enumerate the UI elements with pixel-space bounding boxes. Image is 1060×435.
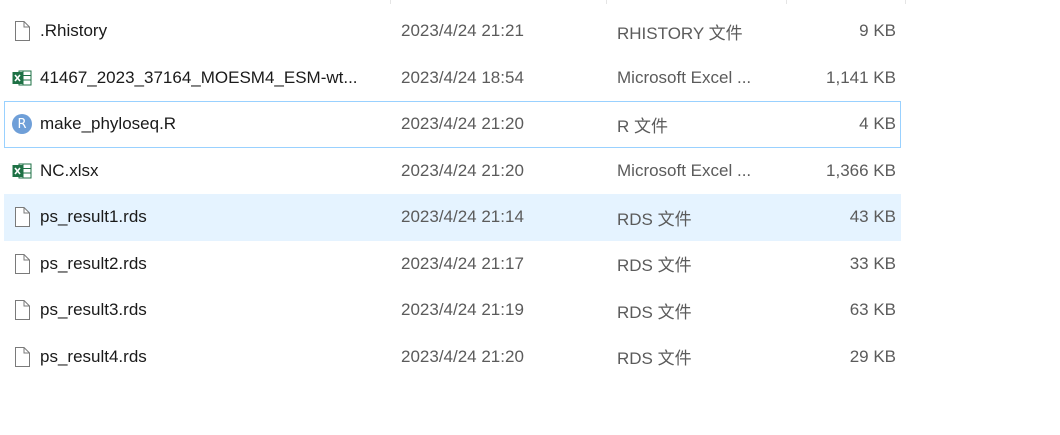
- file-list: .Rhistory 2023/4/24 21:21 RHISTORY 文件 9 …: [0, 0, 1060, 381]
- column-divider: [786, 0, 787, 4]
- file-name: ps_result2.rds: [40, 253, 147, 273]
- date-modified: 2023/4/24 18:54: [401, 67, 524, 87]
- file-name: ps_result1.rds: [40, 207, 147, 227]
- file-size: 29 KB: [849, 346, 896, 366]
- file-name: 41467_2023_37164_MOESM4_ESM-wt...: [40, 67, 358, 87]
- excel-file-icon: [11, 160, 33, 182]
- file-name-cell: R make_phyloseq.R: [11, 102, 391, 147]
- file-name-cell: ps_result4.rds: [11, 335, 391, 380]
- file-type: RDS 文件: [617, 302, 692, 322]
- blank-file-icon: [11, 299, 33, 321]
- r-script-icon: R: [11, 113, 33, 135]
- file-row[interactable]: R make_phyloseq.R 2023/4/24 21:20 R 文件 4…: [4, 101, 901, 148]
- file-size: 9 KB: [859, 21, 896, 41]
- blank-file-icon: [11, 20, 33, 42]
- file-size: 1,366 KB: [826, 160, 896, 180]
- file-type: RDS 文件: [617, 256, 692, 276]
- date-modified: 2023/4/24 21:21: [401, 21, 524, 41]
- file-type: RDS 文件: [617, 349, 692, 369]
- date-modified: 2023/4/24 21:17: [401, 253, 524, 273]
- date-modified: 2023/4/24 21:20: [401, 114, 524, 134]
- column-divider: [390, 0, 391, 4]
- file-row[interactable]: ps_result3.rds 2023/4/24 21:19 RDS 文件 63…: [4, 287, 901, 334]
- file-row[interactable]: ps_result1.rds 2023/4/24 21:14 RDS 文件 43…: [4, 194, 901, 241]
- file-name-cell: ps_result2.rds: [11, 242, 391, 287]
- file-name-cell: 41467_2023_37164_MOESM4_ESM-wt...: [11, 56, 391, 101]
- file-size: 1,141 KB: [826, 67, 896, 87]
- file-name: ps_result3.rds: [40, 300, 147, 320]
- file-type: Microsoft Excel ...: [617, 67, 752, 87]
- file-row[interactable]: 41467_2023_37164_MOESM4_ESM-wt... 2023/4…: [4, 55, 901, 102]
- excel-file-icon: [11, 67, 33, 89]
- blank-file-icon: [11, 206, 33, 228]
- column-divider: [905, 0, 906, 4]
- file-name: .Rhistory: [40, 21, 108, 41]
- file-size: 43 KB: [849, 207, 896, 227]
- blank-file-icon: [11, 346, 33, 368]
- file-name: ps_result4.rds: [40, 346, 147, 366]
- file-row[interactable]: NC.xlsx 2023/4/24 21:20 Microsoft Excel …: [4, 148, 901, 195]
- file-name: NC.xlsx: [40, 160, 99, 180]
- file-type: RDS 文件: [617, 209, 692, 229]
- r-letter: R: [12, 114, 32, 135]
- file-size: 63 KB: [849, 300, 896, 320]
- file-row[interactable]: ps_result4.rds 2023/4/24 21:20 RDS 文件 29…: [4, 334, 901, 381]
- date-modified: 2023/4/24 21:14: [401, 207, 524, 227]
- file-type: RHISTORY 文件: [617, 23, 743, 43]
- file-name-cell: .Rhistory: [11, 9, 391, 54]
- date-modified: 2023/4/24 21:19: [401, 300, 524, 320]
- date-modified: 2023/4/24 21:20: [401, 160, 524, 180]
- file-type: Microsoft Excel ...: [617, 160, 752, 180]
- file-name-cell: ps_result1.rds: [11, 195, 391, 240]
- file-size: 33 KB: [849, 253, 896, 273]
- column-divider: [606, 0, 607, 4]
- file-name-cell: NC.xlsx: [11, 149, 391, 194]
- file-row[interactable]: .Rhistory 2023/4/24 21:21 RHISTORY 文件 9 …: [4, 8, 901, 55]
- file-name: make_phyloseq.R: [40, 114, 177, 134]
- file-name-cell: ps_result3.rds: [11, 288, 391, 333]
- file-row[interactable]: ps_result2.rds 2023/4/24 21:17 RDS 文件 33…: [4, 241, 901, 288]
- blank-file-icon: [11, 253, 33, 275]
- file-size: 4 KB: [859, 114, 896, 134]
- file-type: R 文件: [617, 116, 668, 136]
- date-modified: 2023/4/24 21:20: [401, 346, 524, 366]
